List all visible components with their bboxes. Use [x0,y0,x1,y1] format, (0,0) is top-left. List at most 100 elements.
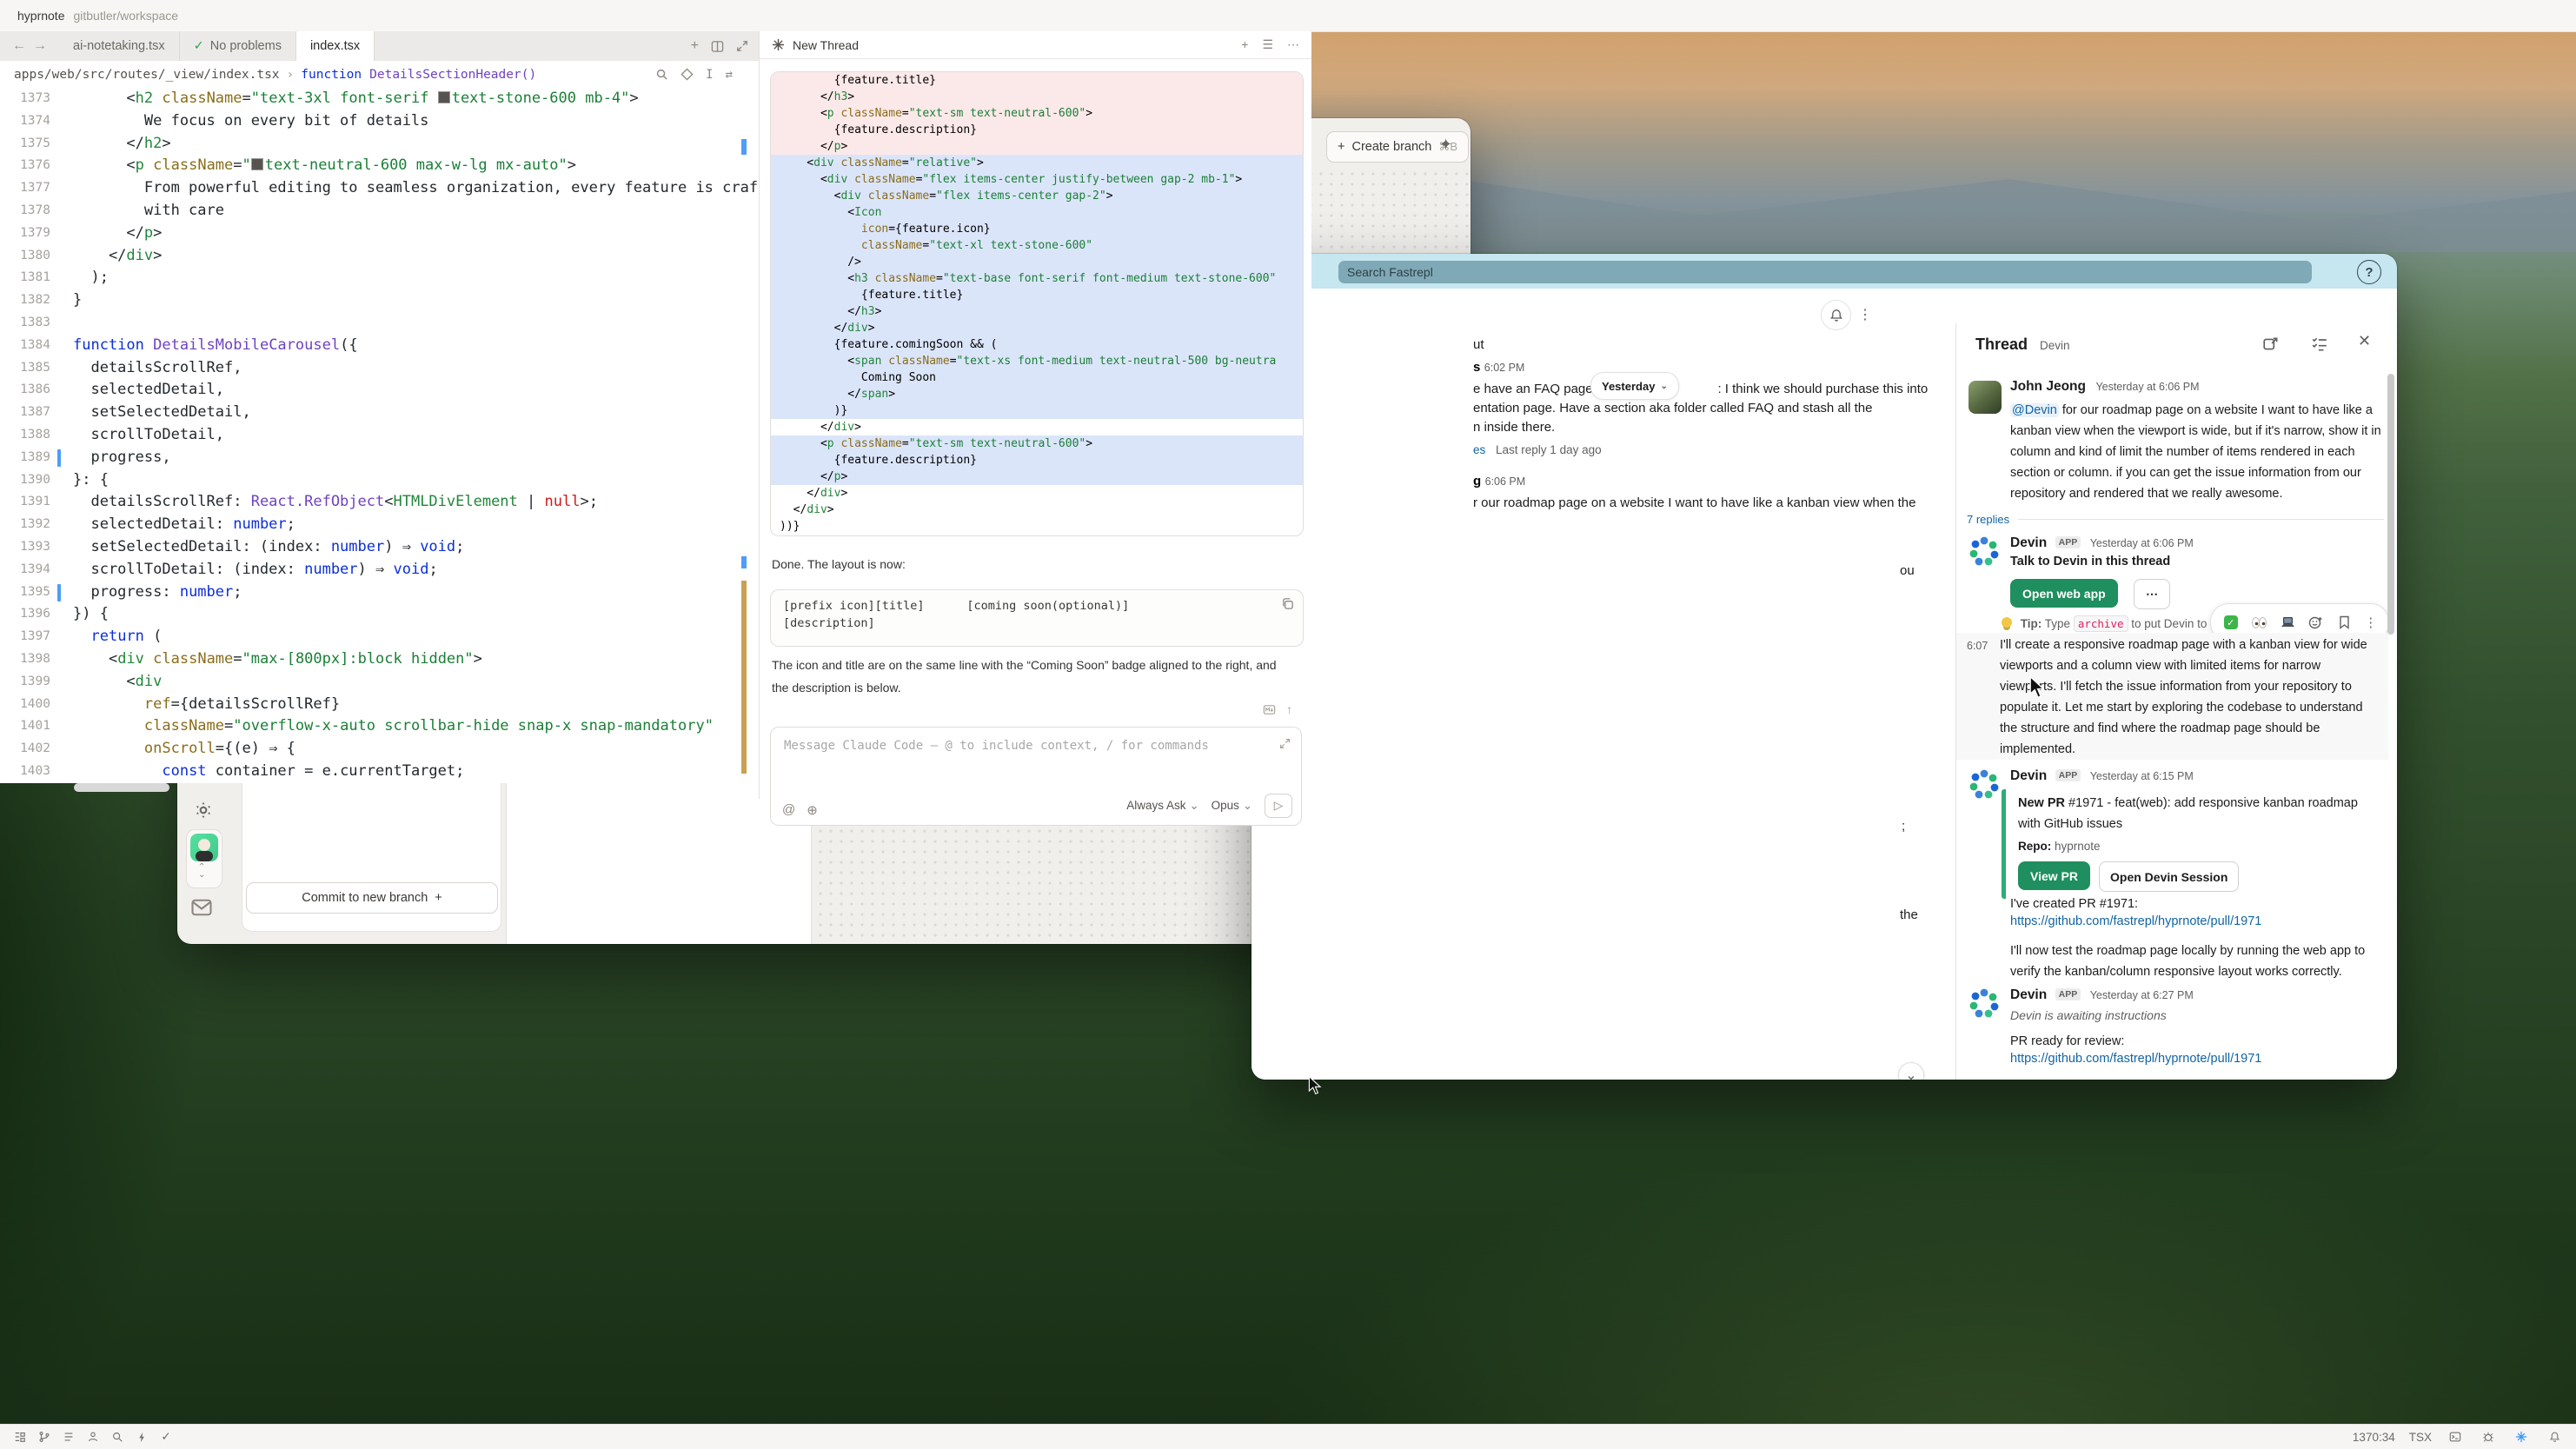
code-line[interactable]: 1395 progress: number; [0,582,759,604]
code-line[interactable]: 1381 ); [0,267,759,289]
context-target-icon[interactable]: ⊕ [807,802,818,818]
code-line[interactable]: 1397 return ( [0,626,759,648]
channel-text-fragment: ; [1902,819,1905,834]
add-reaction-icon[interactable] [2307,614,2325,631]
permission-mode-select[interactable]: Always Ask ⌄ [1126,799,1198,813]
eyes-emoji-reaction[interactable] [2250,614,2267,631]
code-line[interactable]: 1374 We focus on every bit of details [0,110,759,133]
copy-icon[interactable] [1281,597,1294,610]
huddle-bell-button[interactable] [1821,300,1851,330]
chevron-updown-icon: ⌃⌄ [198,863,205,879]
code-line[interactable]: 1380 </div> [0,245,759,268]
app-badge: APP [2055,988,2081,1000]
settings-gear-icon[interactable] [193,800,214,821]
date-divider-pill[interactable]: Yesterday⌄ [1590,372,1679,400]
mention-devin[interactable]: @Devin [2010,403,2059,417]
code-line[interactable]: 1375 </h2> [0,133,759,156]
code-editor[interactable]: 1373 <h2 className="text-3xl font-serif … [0,88,759,783]
nav-back-icon[interactable]: ← [12,38,26,54]
diff-removed-line: </p> [771,138,1303,155]
code-line[interactable]: 1387 setSelectedDetail, [0,402,759,424]
pr-link[interactable]: https://github.com/fastrepl/hyprnote/pul… [2010,914,2261,928]
repo-name: hyprnote [2055,840,2101,853]
tab-index-tsx[interactable]: index.tsx [296,31,375,62]
pr-attachment: New PR #1971 - feat(web): add responsive… [2002,789,2397,899]
code-line[interactable]: 1390}: { [0,469,759,492]
message-input[interactable]: Message Claude Code — @ to include conte… [770,727,1302,823]
user-switcher[interactable]: ⌃⌄ [186,829,222,888]
checklist-icon[interactable] [2311,336,2328,353]
arrow-up-icon[interactable]: ↑ [1286,702,1292,716]
code-line[interactable]: 1382} [0,289,759,312]
bookmark-icon[interactable] [2336,614,2354,631]
code-line[interactable]: 1389 progress, [0,447,759,469]
code-line[interactable]: 1392 selectedDetail: number; [0,514,759,536]
send-button[interactable]: ▷ [1265,794,1292,818]
more-options-icon[interactable]: ⋯ [1287,37,1299,52]
code-line[interactable]: 1393 setSelectedDetail: (index: number) … [0,536,759,559]
code-line[interactable]: 1403 const container = e.currentTarget; [0,761,759,783]
open-devin-session-button[interactable]: Open Devin Session [2099,861,2239,892]
nav-forward-icon[interactable]: → [33,38,47,54]
new-thread-icon[interactable]: + [1241,37,1248,52]
cursor-mode-icon[interactable]: I [706,68,713,82]
model-select[interactable]: Opus ⌄ [1212,799,1252,813]
expand-icon[interactable] [736,40,748,52]
thread-scrollbar[interactable] [2387,374,2394,635]
open-in-window-icon[interactable] [2262,336,2280,353]
slack-channel-area: ⋮ ut s 6:02 PM e have an FAQ page or : I… [1251,289,2397,1080]
code-line[interactable]: 1398 <div className="max-[800px]:block h… [0,648,759,671]
code-line[interactable]: 1388 scrollToDetail, [0,424,759,447]
code-line[interactable]: 1402 onScroll={(e) ⇒ { [0,738,759,761]
code-line[interactable]: 1394 scrollToDetail: (index: number) ⇒ v… [0,559,759,582]
help-icon[interactable]: ? [2357,260,2381,284]
pr-link[interactable]: https://github.com/fastrepl/hyprnote/pul… [2010,1052,2261,1066]
code-line[interactable]: 1391 detailsScrollRef: React.RefObject<H… [0,491,759,514]
compare-icon[interactable]: ⇄ [726,68,733,82]
thread-list-icon[interactable]: ☰ [1262,37,1273,52]
diff-added-line: /> [771,254,1303,270]
slack-search-bar[interactable]: Search Fastrepl [1338,261,2312,283]
code-line[interactable]: 1386 selectedDetail, [0,379,759,402]
markdown-icon[interactable] [1263,703,1276,716]
new-tab-icon[interactable]: + [691,38,699,54]
code-line[interactable]: 1400 ref={detailsScrollRef} [0,694,759,716]
feedback-mail-icon[interactable] [191,899,212,916]
breadcrumb-path: apps/web/src/routes/_view/index.tsx [14,68,280,82]
code-line[interactable]: 1376 <p className="text-neutral-600 max-… [0,155,759,177]
laptop-emoji-reaction[interactable] [2279,614,2296,631]
code-line[interactable]: 1385 detailsScrollRef, [0,357,759,380]
scrollbar-change-marker [741,139,747,155]
code-line[interactable]: 1379 </p> [0,223,759,245]
search-icon[interactable] [655,68,668,81]
split-editor-icon[interactable] [711,40,724,53]
thread-replies-link[interactable]: es Last reply 1 day ago [1473,443,1602,456]
mention-icon[interactable]: @ [782,802,795,818]
tab-no-problems[interactable]: ✓No problems [180,31,296,61]
view-pr-button[interactable]: View PR [2018,861,2090,890]
tab-ai-notetaking[interactable]: ai-notetaking.tsx [59,31,180,61]
commit-to-new-branch-button[interactable]: Commit to new branch+ [246,882,498,914]
open-web-app-button[interactable]: Open web app [2010,579,2118,608]
code-line[interactable]: 1377 From powerful editing to seamless o… [0,177,759,200]
close-icon[interactable]: ✕ [2358,332,2371,350]
code-line[interactable]: 1396}) { [0,603,759,626]
more-actions-button[interactable]: ⋯ [2134,579,2170,609]
kebab-menu-icon[interactable]: ⋮ [1858,306,1872,323]
code-line[interactable]: 1401 className="overflow-x-auto scrollba… [0,715,759,738]
scroll-to-bottom-button[interactable]: ⌄ [1898,1062,1924,1080]
horizontal-scrollbar[interactable] [74,783,169,792]
replies-count[interactable]: 7 replies [1967,513,2009,526]
code-line[interactable]: 1378 with care [0,200,759,223]
code-line[interactable]: 1373 <h2 className="text-3xl font-serif … [0,88,759,110]
code-line[interactable]: 1383 [0,312,759,335]
code-line[interactable]: 1384function DetailsMobileCarousel({ [0,335,759,357]
kebab-menu-icon[interactable]: ⋮ [2364,615,2377,630]
code-line[interactable]: 1399 <div [0,671,759,694]
expand-input-icon[interactable] [1279,738,1291,749]
diff-added-line: className="text-xl text-stone-600" [771,237,1303,254]
symbols-icon[interactable] [681,68,694,81]
ai-actions-icon[interactable]: ✦ [1439,136,1452,154]
check-emoji-reaction[interactable]: ✓ [2222,614,2240,631]
diff-removed-line: {feature.description} [771,122,1303,138]
